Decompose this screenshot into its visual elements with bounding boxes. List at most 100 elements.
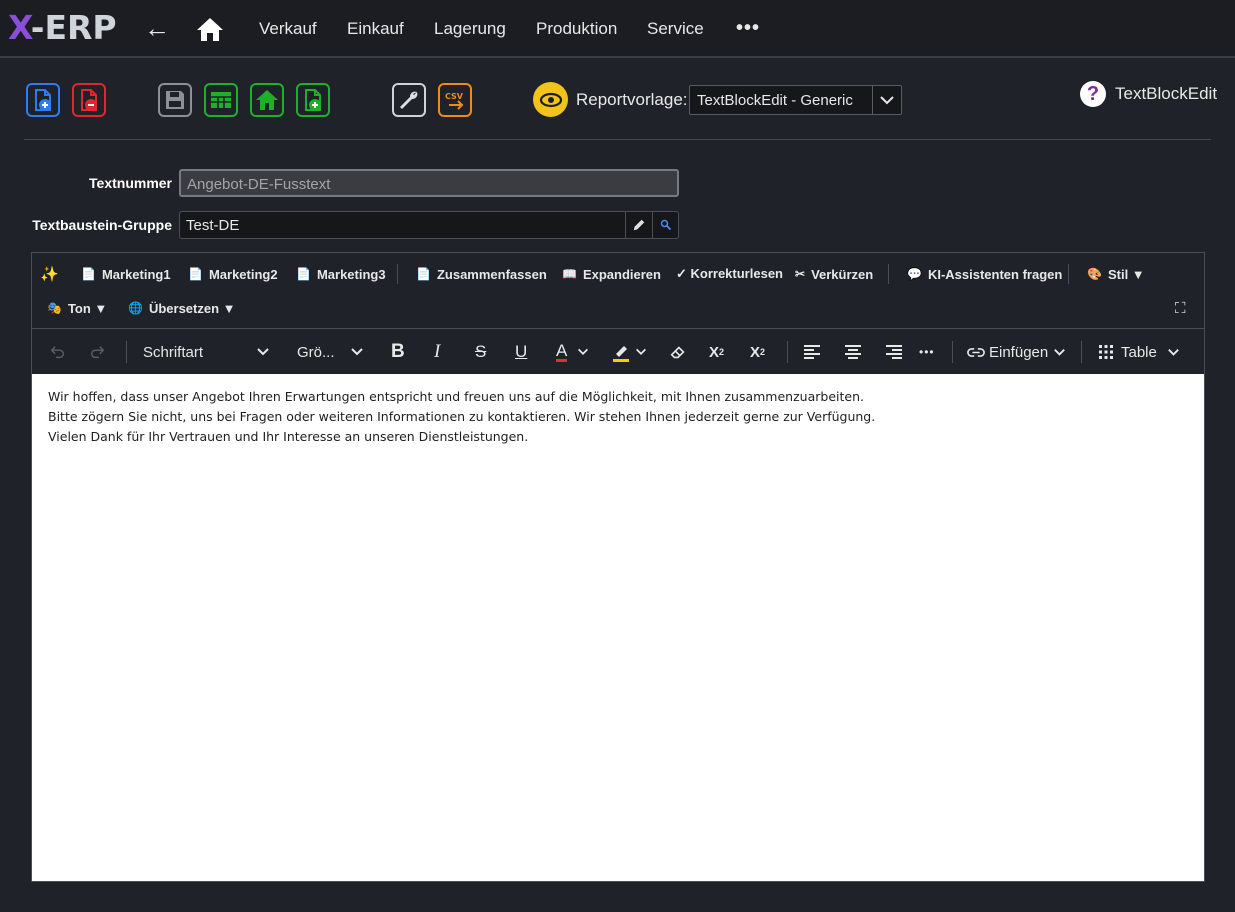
- tone-label: Ton ▼: [67, 300, 108, 316]
- palette-icon: 🎨: [1087, 267, 1102, 281]
- strikethrough-button[interactable]: S: [475, 329, 486, 375]
- superscript-x: X: [750, 343, 761, 361]
- font-color-button[interactable]: A: [556, 329, 590, 375]
- delete-document-icon: [81, 89, 97, 111]
- nav-item-einkauf[interactable]: Einkauf: [347, 19, 404, 39]
- save-icon: [166, 91, 184, 109]
- proofread-label: ✓ Korrekturlesen: [676, 266, 783, 281]
- new-record-button[interactable]: [26, 83, 60, 117]
- insert-dropdown[interactable]: Einfügen: [967, 329, 1067, 375]
- link-icon: [967, 347, 985, 357]
- chevron-down-icon[interactable]: [878, 92, 896, 108]
- search-icon: [660, 219, 672, 231]
- scissors-icon: ✂: [795, 267, 806, 281]
- add-document-icon: [305, 89, 321, 111]
- report-template-label: Reportvorlage:: [576, 90, 688, 109]
- home-record-button[interactable]: [250, 83, 284, 117]
- highlighter-icon: [613, 346, 629, 362]
- nav-more-icon[interactable]: •••: [736, 18, 760, 38]
- font-size-label: Grö...: [297, 343, 335, 361]
- font-size-select[interactable]: Grö...: [297, 329, 365, 375]
- app-logo[interactable]: X-ERP: [8, 10, 117, 46]
- italic-button[interactable]: I: [434, 329, 440, 375]
- report-template-select[interactable]: TextBlockEdit - Generic: [689, 85, 902, 115]
- new-document-icon: [35, 89, 51, 111]
- shorten-button[interactable]: ✂ Verkürzen: [795, 257, 873, 291]
- chevron-down-icon: [257, 348, 269, 356]
- ask-ai-label: KI-Assistenten fragen: [927, 266, 1063, 282]
- proofread-button[interactable]: ✓ Korrekturlesen: [676, 257, 783, 291]
- select-separator: [872, 86, 873, 114]
- chevron-down-icon: [1054, 349, 1065, 356]
- style-dropdown[interactable]: 🎨 Stil ▼: [1087, 257, 1145, 291]
- book-icon: 📖: [562, 267, 577, 281]
- align-center-icon[interactable]: [844, 329, 862, 375]
- edit-group-button[interactable]: [625, 211, 652, 239]
- sparkle-icon[interactable]: ✨: [40, 257, 59, 291]
- summarize-button[interactable]: 📄 Zusammenfassen: [416, 257, 547, 291]
- back-arrow-icon[interactable]: ←: [144, 14, 170, 42]
- preview-button[interactable]: [533, 82, 568, 117]
- bold-button[interactable]: B: [391, 329, 405, 375]
- font-family-select[interactable]: Schriftart: [143, 329, 271, 375]
- home-icon[interactable]: [196, 16, 224, 42]
- save-button[interactable]: [158, 83, 192, 117]
- nav-item-lagerung[interactable]: Lagerung: [434, 19, 506, 39]
- redo-icon[interactable]: [89, 329, 107, 375]
- table-dropdown[interactable]: Table: [1099, 329, 1181, 375]
- ai-toolbar-row-1: ✨ 📄 Marketing1 📄 Marketing2 📄 Marketing3 📄 Z…: [32, 257, 1204, 291]
- font-family-label: Schriftart: [143, 343, 204, 361]
- copy-record-button[interactable]: [296, 83, 330, 117]
- format-toolbar: Schriftart Grö... B I S U A X2 X2 ••• Ei…: [32, 328, 1204, 374]
- csv-export-button[interactable]: CSV: [438, 83, 472, 117]
- textnummer-label: Textnummer: [89, 175, 172, 191]
- eye-icon: [539, 92, 562, 107]
- nav-item-produktion[interactable]: Produktion: [536, 19, 617, 39]
- search-group-button[interactable]: [652, 211, 679, 239]
- ask-ai-button[interactable]: 💬 KI-Assistenten fragen: [907, 257, 1062, 291]
- marketing1-button[interactable]: 📄 Marketing1: [81, 257, 171, 291]
- textbaustein-gruppe-label: Textbaustein-Gruppe: [32, 217, 172, 233]
- tone-dropdown[interactable]: 🎭 Ton ▼: [47, 291, 107, 325]
- editor-content-area[interactable]: Wir hoffen, dass unser Angebot Ihren Erw…: [32, 374, 1204, 881]
- nav-item-service[interactable]: Service: [647, 19, 704, 39]
- chevron-down-icon: [1168, 349, 1179, 356]
- clear-format-icon[interactable]: [669, 329, 687, 375]
- more-options-icon[interactable]: •••: [919, 329, 935, 375]
- expand-button[interactable]: 📖 Expandieren: [562, 257, 661, 291]
- document-icon: 📄: [81, 267, 96, 281]
- textbaustein-gruppe-field[interactable]: Test-DE: [179, 211, 679, 239]
- csv-export-icon: CSV: [445, 92, 464, 110]
- highlight-color-button[interactable]: [612, 329, 648, 375]
- settings-button[interactable]: [392, 83, 426, 117]
- align-left-icon[interactable]: [803, 329, 821, 375]
- format-separator: [1081, 341, 1082, 363]
- table-label: Table: [1121, 343, 1157, 361]
- underline-button[interactable]: U: [515, 329, 527, 375]
- translate-dropdown[interactable]: 🌐 Übersetzen ▼: [128, 291, 236, 325]
- chevron-down-icon: [578, 348, 588, 355]
- subscript-button[interactable]: X2: [709, 329, 724, 375]
- document-icon: 📄: [416, 267, 431, 281]
- grid-icon: [1099, 345, 1113, 359]
- marketing3-button[interactable]: 📄 Marketing3: [296, 257, 386, 291]
- help-icon[interactable]: ?: [1080, 81, 1106, 107]
- delete-record-button[interactable]: [72, 83, 106, 117]
- table-view-button[interactable]: [204, 83, 238, 117]
- document-icon: 📄: [296, 267, 311, 281]
- chevron-down-icon: [351, 348, 363, 356]
- ai-toolbar-row-2: 🎭 Ton ▼ 🌐 Übersetzen ▼ ⛶: [32, 291, 1204, 325]
- ai-toolbar-separator: [397, 264, 398, 284]
- theater-masks-icon: 🎭: [47, 301, 62, 315]
- align-right-icon[interactable]: [885, 329, 903, 375]
- nav-item-verkauf[interactable]: Verkauf: [259, 19, 317, 39]
- superscript-button[interactable]: X2: [750, 329, 765, 375]
- format-separator: [126, 341, 127, 363]
- textbaustein-gruppe-value: Test-DE: [186, 217, 240, 234]
- fullscreen-icon[interactable]: ⛶: [1175, 291, 1186, 325]
- marketing2-button[interactable]: 📄 Marketing2: [188, 257, 278, 291]
- table-icon: [211, 92, 231, 108]
- chevron-down-icon: [636, 348, 646, 355]
- superscript-mark: 2: [760, 347, 766, 357]
- undo-icon[interactable]: [48, 329, 66, 375]
